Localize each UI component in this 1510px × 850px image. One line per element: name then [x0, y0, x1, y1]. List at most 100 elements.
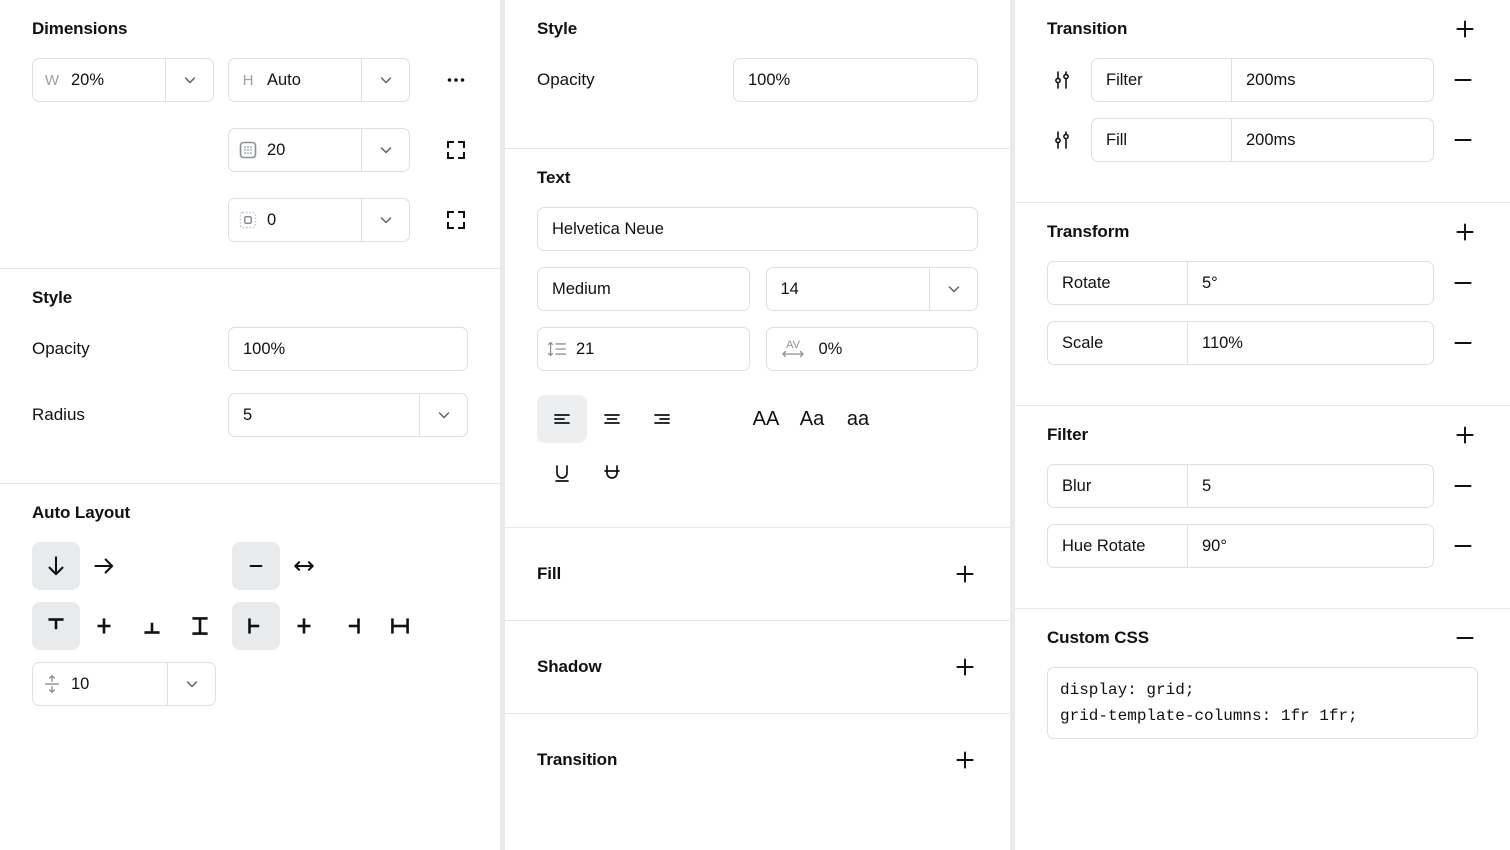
text-align-case-row: AA Aa aa	[537, 395, 978, 443]
padding-field[interactable]: 20	[228, 128, 410, 172]
opacity-field[interactable]: 100%	[733, 58, 978, 102]
gap-chevron-down-icon[interactable]	[167, 663, 215, 705]
line-height-value[interactable]: 21	[576, 328, 749, 370]
padding-value[interactable]: 20	[267, 129, 361, 171]
opacity-field[interactable]: 100%	[228, 327, 468, 371]
section-text: Text Helvetica Neue Medium 14 21 AV 0% A…	[505, 149, 1010, 528]
shadow-header[interactable]: Shadow	[537, 621, 978, 713]
opacity-value[interactable]: 100%	[734, 59, 977, 101]
custom-css-code-editor[interactable]: display: grid; grid-template-columns: 1f…	[1047, 667, 1478, 739]
letter-spacing-value[interactable]: 0%	[819, 328, 978, 370]
width-field[interactable]: W 20%	[32, 58, 214, 102]
custom-css-collapse-minus-icon[interactable]	[1452, 625, 1478, 651]
align-middle-button[interactable]	[80, 602, 128, 650]
letter-spacing-field[interactable]: AV 0%	[765, 327, 978, 371]
radius-value[interactable]: 5	[229, 394, 419, 436]
align-stretch-vertical-button[interactable]	[176, 602, 224, 650]
width-chevron-down-icon[interactable]	[165, 59, 213, 101]
width-value[interactable]: 20%	[71, 59, 165, 101]
text-case-titlecase-button[interactable]: Aa	[789, 395, 835, 443]
filter-value[interactable]: 5	[1188, 465, 1433, 507]
text-align-right-button[interactable]	[637, 395, 687, 443]
transition-duration-value[interactable]: 200ms	[1232, 119, 1433, 161]
font-weight-size-row: Medium 14	[537, 267, 978, 311]
direction-vertical-button[interactable]	[32, 542, 80, 590]
opacity-value[interactable]: 100%	[229, 328, 467, 370]
filter-value[interactable]: 90°	[1188, 525, 1433, 567]
transition-row: Filter 200ms	[1047, 58, 1478, 102]
transform-field[interactable]: Scale 110%	[1047, 321, 1434, 365]
transition-add-plus-icon[interactable]	[1452, 16, 1478, 42]
wrap-enabled-button[interactable]	[280, 542, 328, 590]
font-size-field[interactable]: 14	[765, 267, 978, 311]
filter-add-plus-icon[interactable]	[1452, 422, 1478, 448]
align-center-button[interactable]	[280, 602, 328, 650]
filter-field[interactable]: Hue Rotate 90°	[1047, 524, 1434, 568]
transition-duration-value[interactable]: 200ms	[1232, 59, 1433, 101]
transform-row: Scale 110%	[1047, 321, 1478, 365]
transform-value[interactable]: 5°	[1188, 262, 1433, 304]
gap-value[interactable]: 10	[71, 663, 167, 705]
section-title: Text	[537, 168, 571, 187]
margin-expand-icon[interactable]	[424, 198, 488, 242]
direction-horizontal-button[interactable]	[80, 542, 128, 590]
wrap-none-button[interactable]	[232, 542, 280, 590]
text-case-uppercase-button[interactable]: AA	[743, 395, 789, 443]
height-chevron-down-icon[interactable]	[361, 59, 409, 101]
width-label: W	[44, 71, 60, 89]
padding-expand-icon[interactable]	[424, 128, 488, 172]
height-field[interactable]: H Auto	[228, 58, 410, 102]
text-align-center-button[interactable]	[587, 395, 637, 443]
transition-add-plus-icon[interactable]	[952, 747, 978, 773]
margin-value[interactable]: 0	[267, 199, 361, 241]
align-bottom-button[interactable]	[128, 602, 176, 650]
filter-property-value[interactable]: Hue Rotate	[1048, 525, 1188, 567]
text-underline-button[interactable]	[537, 449, 587, 497]
line-height-field[interactable]: 21	[537, 327, 750, 371]
radius-field[interactable]: 5	[228, 393, 468, 437]
transform-property-value[interactable]: Scale	[1048, 322, 1188, 364]
text-case-lowercase-button[interactable]: aa	[835, 395, 881, 443]
font-weight-field[interactable]: Medium	[537, 267, 750, 311]
gap-field[interactable]: 10	[32, 662, 216, 706]
fill-add-plus-icon[interactable]	[952, 561, 978, 587]
transform-remove-minus-icon[interactable]	[1448, 330, 1478, 356]
filter-field[interactable]: Blur 5	[1047, 464, 1434, 508]
layout-alignment-row	[32, 602, 468, 650]
transition-property-value[interactable]: Fill	[1092, 119, 1232, 161]
align-left-button[interactable]	[232, 602, 280, 650]
transform-field[interactable]: Rotate 5°	[1047, 261, 1434, 305]
radius-chevron-down-icon[interactable]	[419, 394, 467, 436]
align-top-button[interactable]	[32, 602, 80, 650]
filter-remove-minus-icon[interactable]	[1448, 533, 1478, 559]
shadow-add-plus-icon[interactable]	[952, 654, 978, 680]
dimensions-more-options-button[interactable]	[424, 58, 488, 102]
font-weight-value[interactable]: Medium	[538, 268, 749, 310]
align-stretch-horizontal-button[interactable]	[376, 602, 424, 650]
margin-chevron-down-icon[interactable]	[361, 199, 409, 241]
fill-header[interactable]: Fill	[537, 528, 978, 620]
transition-field[interactable]: Filter 200ms	[1091, 58, 1434, 102]
font-size-value[interactable]: 14	[767, 268, 930, 310]
font-family-value[interactable]: Helvetica Neue	[538, 208, 977, 250]
filter-property-value[interactable]: Blur	[1048, 465, 1188, 507]
font-size-chevron-down-icon[interactable]	[929, 268, 977, 310]
align-right-button[interactable]	[328, 602, 376, 650]
transition-field[interactable]: Fill 200ms	[1091, 118, 1434, 162]
transform-value[interactable]: 110%	[1188, 322, 1433, 364]
font-family-field[interactable]: Helvetica Neue	[537, 207, 978, 251]
transform-remove-minus-icon[interactable]	[1448, 270, 1478, 296]
transform-property-value[interactable]: Rotate	[1048, 262, 1188, 304]
transition-property-value[interactable]: Filter	[1092, 59, 1232, 101]
text-align-left-button[interactable]	[537, 395, 587, 443]
filter-property-value-field: Hue Rotate 90°	[1047, 524, 1434, 568]
filter-remove-minus-icon[interactable]	[1448, 473, 1478, 499]
transition-remove-minus-icon[interactable]	[1448, 127, 1478, 153]
transition-middle-header[interactable]: Transition	[537, 714, 978, 806]
padding-chevron-down-icon[interactable]	[361, 129, 409, 171]
transform-add-plus-icon[interactable]	[1452, 219, 1478, 245]
height-value[interactable]: Auto	[267, 59, 361, 101]
transition-remove-minus-icon[interactable]	[1448, 67, 1478, 93]
margin-field[interactable]: 0	[228, 198, 410, 242]
text-strikethrough-button[interactable]	[587, 449, 637, 497]
